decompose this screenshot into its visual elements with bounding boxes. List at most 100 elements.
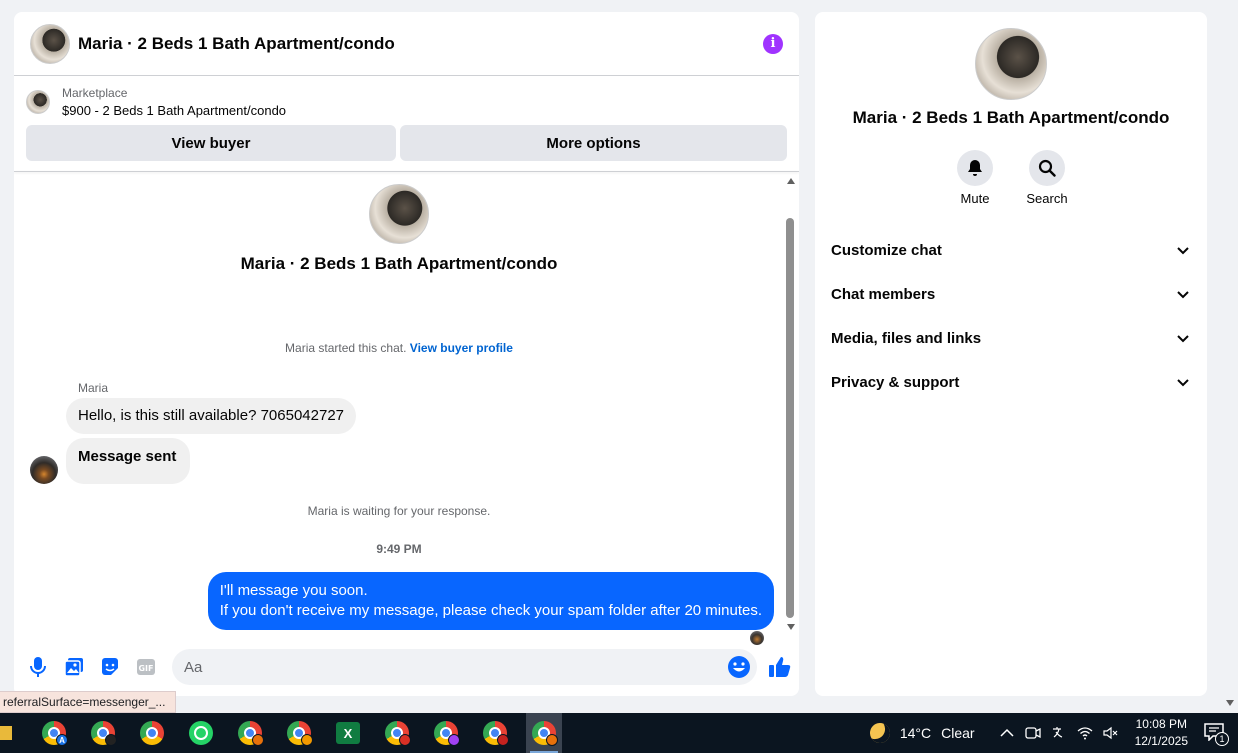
side-item-label: Customize chat bbox=[831, 241, 942, 259]
outgoing-line: I'll message you soon. bbox=[219, 582, 368, 599]
chat-title[interactable]: Maria · 2 Beds 1 Bath Apartment/condo bbox=[78, 34, 763, 54]
chrome-profile-icon[interactable] bbox=[232, 713, 268, 753]
moon-icon bbox=[867, 720, 893, 746]
intro-title: Maria · 2 Beds 1 Bath Apartment/condo bbox=[240, 254, 558, 273]
side-item-label: Chat members bbox=[831, 285, 936, 303]
chrome-profile-icon[interactable] bbox=[379, 713, 415, 753]
outgoing-line: If you don't receive my message, please … bbox=[219, 602, 762, 619]
message-row: I'll message you soon. If you don't rece… bbox=[14, 572, 774, 630]
chat-header: Maria · 2 Beds 1 Bath Apartment/condo i bbox=[14, 12, 799, 76]
bell-icon[interactable] bbox=[957, 150, 993, 186]
mute-label: Mute bbox=[960, 191, 990, 206]
taskbar-apps: A X bbox=[36, 713, 562, 753]
search-button[interactable]: Search bbox=[1025, 150, 1069, 206]
side-item-media-files-links[interactable]: Media, files and links bbox=[815, 316, 1207, 360]
chrome-icon[interactable] bbox=[134, 713, 170, 753]
weather-widget[interactable]: 14°C Clear bbox=[867, 720, 975, 746]
weather-condition: Clear bbox=[941, 725, 975, 741]
message-list: Maria · 2 Beds 1 Bath Apartment/condo Ma… bbox=[14, 174, 784, 645]
file-explorer-icon[interactable] bbox=[0, 726, 12, 740]
search-label: Search bbox=[1026, 191, 1068, 206]
scroll-down-arrow[interactable] bbox=[787, 624, 795, 630]
view-buyer-profile-link[interactable]: View buyer profile bbox=[410, 341, 513, 355]
divider bbox=[14, 171, 799, 172]
waiting-notice: Maria is waiting for your response. bbox=[307, 504, 491, 518]
composer: GIF bbox=[14, 648, 799, 686]
page-scrollbar[interactable] bbox=[1222, 0, 1238, 712]
sticker-icon[interactable] bbox=[98, 655, 122, 679]
status-url: referralSurface=messenger_... bbox=[0, 691, 177, 713]
chat-intro: Maria · 2 Beds 1 Bath Apartment/condo bbox=[14, 174, 784, 274]
listing-label: Marketplace bbox=[62, 86, 128, 100]
side-item-privacy-support[interactable]: Privacy & support bbox=[815, 360, 1207, 404]
chrome-profile-icon-active[interactable] bbox=[526, 713, 562, 753]
excel-icon[interactable]: X bbox=[330, 713, 366, 753]
chat-panel: Maria · 2 Beds 1 Bath Apartment/condo i … bbox=[14, 12, 799, 696]
volume-muted-icon[interactable] bbox=[1103, 725, 1119, 741]
side-menu: Customize chat Chat members Media, files… bbox=[815, 228, 1207, 404]
side-title: Maria · 2 Beds 1 Bath Apartment/condo bbox=[852, 108, 1170, 127]
taskbar: A X 14°C Clear 10:08 PM 12/1/2025 1 bbox=[0, 713, 1238, 753]
more-options-button[interactable]: More options bbox=[400, 125, 787, 161]
listing-row[interactable]: Marketplace $900 - 2 Beds 1 Bath Apartme… bbox=[26, 86, 787, 118]
chrome-profile-icon[interactable] bbox=[428, 713, 464, 753]
seen-avatar bbox=[750, 631, 764, 645]
message-input-wrap bbox=[172, 649, 757, 685]
outgoing-message[interactable]: I'll message you soon. If you don't rece… bbox=[207, 572, 774, 630]
side-actions: Mute Search bbox=[815, 150, 1207, 206]
meet-icon[interactable] bbox=[1024, 725, 1041, 741]
side-item-label: Privacy & support bbox=[831, 373, 960, 391]
view-buyer-button[interactable]: View buyer bbox=[26, 125, 396, 161]
taskbar-clock[interactable]: 10:08 PM 12/1/2025 bbox=[1135, 716, 1188, 750]
chrome-profile-icon[interactable] bbox=[281, 713, 317, 753]
listing-title: $900 - 2 Beds 1 Bath Apartment/condo bbox=[62, 103, 287, 118]
scroll-down-arrow[interactable] bbox=[1226, 700, 1234, 706]
wifi-icon[interactable] bbox=[1077, 725, 1093, 741]
notification-icon[interactable]: 1 bbox=[1204, 723, 1229, 746]
side-item-label: Media, files and links bbox=[831, 329, 982, 347]
whatsapp-icon[interactable] bbox=[183, 713, 219, 753]
clock-time: 10:08 PM bbox=[1135, 717, 1187, 731]
weather-temp: 14°C bbox=[899, 725, 932, 741]
search-icon[interactable] bbox=[1029, 150, 1065, 186]
sender-avatar[interactable] bbox=[30, 456, 58, 484]
chrome-profile-icon[interactable] bbox=[85, 713, 121, 753]
side-avatar[interactable] bbox=[975, 28, 1047, 100]
intro-avatar[interactable] bbox=[369, 184, 429, 244]
incoming-message[interactable]: Hello, is this still available? 70650427… bbox=[66, 398, 357, 434]
side-item-chat-members[interactable]: Chat members bbox=[815, 272, 1207, 316]
message-timestamp: 9:49 PM bbox=[376, 542, 422, 556]
system-tray: 14°C Clear 10:08 PM 12/1/2025 1 bbox=[867, 713, 1238, 753]
emoji-icon[interactable] bbox=[727, 655, 751, 679]
tray-icons bbox=[999, 725, 1119, 741]
message-row: Message sent bbox=[30, 438, 784, 484]
listing-thumbnail bbox=[26, 90, 50, 114]
message-row: Hello, is this still available? 70650427… bbox=[30, 398, 784, 434]
mute-button[interactable]: Mute bbox=[953, 150, 997, 206]
chevron-down-icon bbox=[1177, 335, 1189, 343]
scroll-thumb[interactable] bbox=[786, 218, 794, 618]
message-input[interactable] bbox=[172, 649, 757, 685]
like-icon[interactable] bbox=[767, 654, 793, 680]
photo-icon[interactable] bbox=[62, 655, 86, 679]
chrome-profile-icon[interactable] bbox=[477, 713, 513, 753]
clock-date: 12/1/2025 bbox=[1134, 734, 1188, 748]
notification-count: 1 bbox=[1215, 732, 1229, 746]
chrome-profile-a-icon[interactable]: A bbox=[36, 713, 72, 753]
chevron-down-icon bbox=[1177, 379, 1189, 387]
listing-section: Marketplace $900 - 2 Beds 1 Bath Apartme… bbox=[14, 76, 799, 161]
chevron-up-icon[interactable] bbox=[999, 725, 1015, 741]
svg-text:GIF: GIF bbox=[138, 664, 153, 673]
scroll-up-arrow[interactable] bbox=[787, 178, 795, 184]
incoming-message[interactable]: Message sent bbox=[66, 438, 191, 484]
chevron-down-icon bbox=[1177, 247, 1189, 255]
chat-avatar[interactable] bbox=[30, 23, 70, 64]
chat-details-panel: Maria · 2 Beds 1 Bath Apartment/condo Mu… bbox=[815, 12, 1207, 696]
gif-icon[interactable]: GIF bbox=[134, 655, 158, 679]
message-scrollbar[interactable] bbox=[785, 176, 797, 638]
language-icon[interactable] bbox=[1051, 725, 1067, 741]
microphone-icon[interactable] bbox=[26, 655, 50, 679]
sender-name: Maria bbox=[78, 381, 109, 395]
info-icon[interactable]: i bbox=[763, 33, 783, 54]
side-item-customize-chat[interactable]: Customize chat bbox=[815, 228, 1207, 272]
